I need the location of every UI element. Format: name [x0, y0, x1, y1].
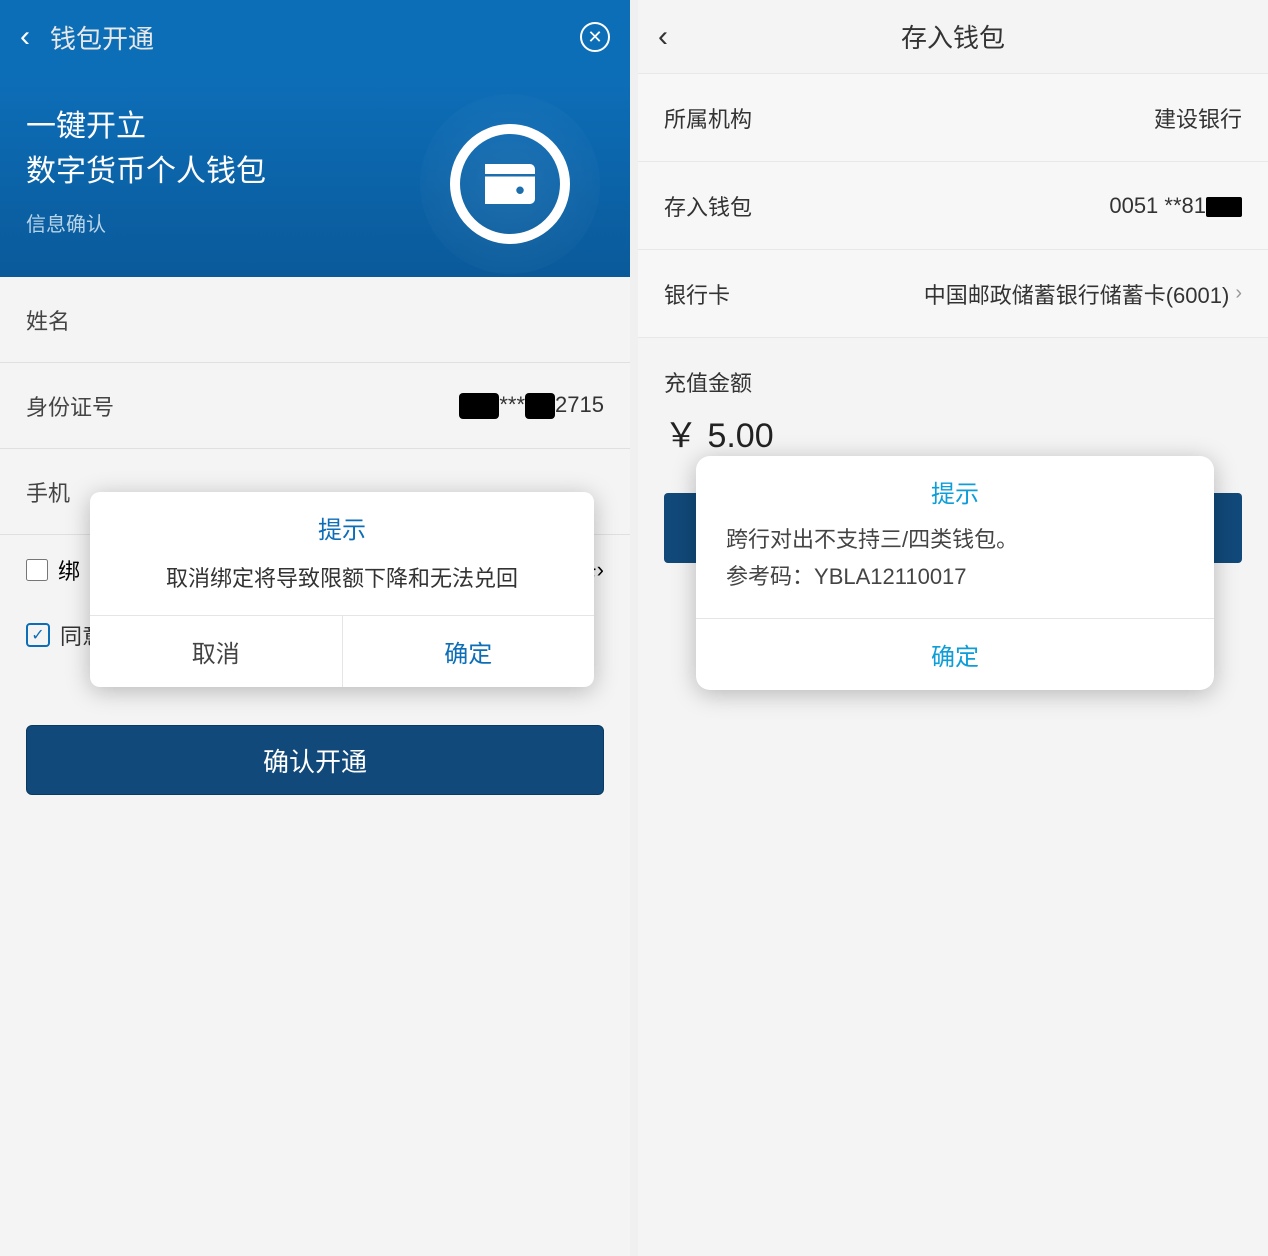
- row-value: 中国邮政储蓄银行储蓄卡(6001): [774, 278, 1229, 310]
- dialog-ref: 参考码：YBLA12110017: [726, 558, 1184, 595]
- agree-checkbox[interactable]: ✓: [26, 623, 50, 647]
- dialog: 提示 跨行对出不支持三/四类钱包。 参考码：YBLA12110017 确定: [696, 456, 1214, 690]
- row-org: 所属机构 建设银行: [638, 74, 1268, 162]
- row-wallet[interactable]: 存入钱包 0051 **81: [638, 162, 1268, 250]
- field-label: 身份证号: [26, 390, 459, 422]
- dialog-line1: 跨行对出不支持三/四类钱包。: [726, 521, 1184, 558]
- dialog-title: 提示: [90, 492, 594, 557]
- dialog-ok-button[interactable]: 确定: [343, 616, 595, 687]
- row-value: 建设银行: [774, 102, 1242, 134]
- wallet-icon: [480, 159, 540, 209]
- row-value: 0051 **81: [774, 193, 1242, 219]
- field-id[interactable]: 身份证号 ***2715: [0, 363, 630, 449]
- phone-right: ‹ 存入钱包 所属机构 建设银行 存入钱包 0051 **81 银行卡 中国邮政…: [638, 0, 1268, 1256]
- navbar-title: 存入钱包: [658, 18, 1248, 55]
- dialog-title: 提示: [696, 456, 1214, 521]
- wallet-ring: [450, 124, 570, 244]
- back-icon[interactable]: ‹: [20, 20, 30, 54]
- dialog: 提示 取消绑定将导致限额下降和无法兑回 取消 确定: [90, 492, 594, 687]
- dialog-ok-button[interactable]: 确定: [696, 618, 1214, 690]
- dialog-message: 取消绑定将导致限额下降和无法兑回: [90, 557, 594, 615]
- navbar-title: 钱包开通: [50, 19, 580, 56]
- row-label: 存入钱包: [664, 190, 774, 222]
- field-value: ***2715: [459, 392, 604, 419]
- chevron-right-icon: ›: [597, 557, 604, 583]
- redaction: [525, 393, 555, 419]
- chevron-right-icon: ›: [1235, 282, 1242, 305]
- field-name[interactable]: 姓名: [0, 277, 630, 363]
- amount-label: 充值金额: [638, 338, 1268, 398]
- navbar: ‹ 钱包开通 ✕: [0, 0, 630, 74]
- close-icon[interactable]: ✕: [580, 22, 610, 52]
- dialog-cancel-button[interactable]: 取消: [90, 616, 343, 687]
- field-label: 姓名: [26, 304, 604, 336]
- field-label: 绑: [58, 554, 80, 586]
- confirm-open-button[interactable]: 确认开通: [26, 725, 604, 795]
- phone-left: ‹ 钱包开通 ✕ 一键开立 数字货币个人钱包 信息确认 姓名 身份证号 ***2…: [0, 0, 630, 1256]
- redaction: [1206, 197, 1242, 217]
- row-card[interactable]: 银行卡 中国邮政储蓄银行储蓄卡(6001) ›: [638, 250, 1268, 338]
- dialog-body: 跨行对出不支持三/四类钱包。 参考码：YBLA12110017: [696, 521, 1214, 618]
- navbar: ‹ 存入钱包: [638, 0, 1268, 74]
- hero: 一键开立 数字货币个人钱包 信息确认: [0, 74, 630, 277]
- redaction: [459, 393, 499, 419]
- card-checkbox[interactable]: [26, 559, 48, 581]
- row-label: 银行卡: [664, 278, 774, 310]
- dialog-buttons: 取消 确定: [90, 615, 594, 687]
- row-label: 所属机构: [664, 102, 774, 134]
- wallet-glow: [420, 94, 600, 274]
